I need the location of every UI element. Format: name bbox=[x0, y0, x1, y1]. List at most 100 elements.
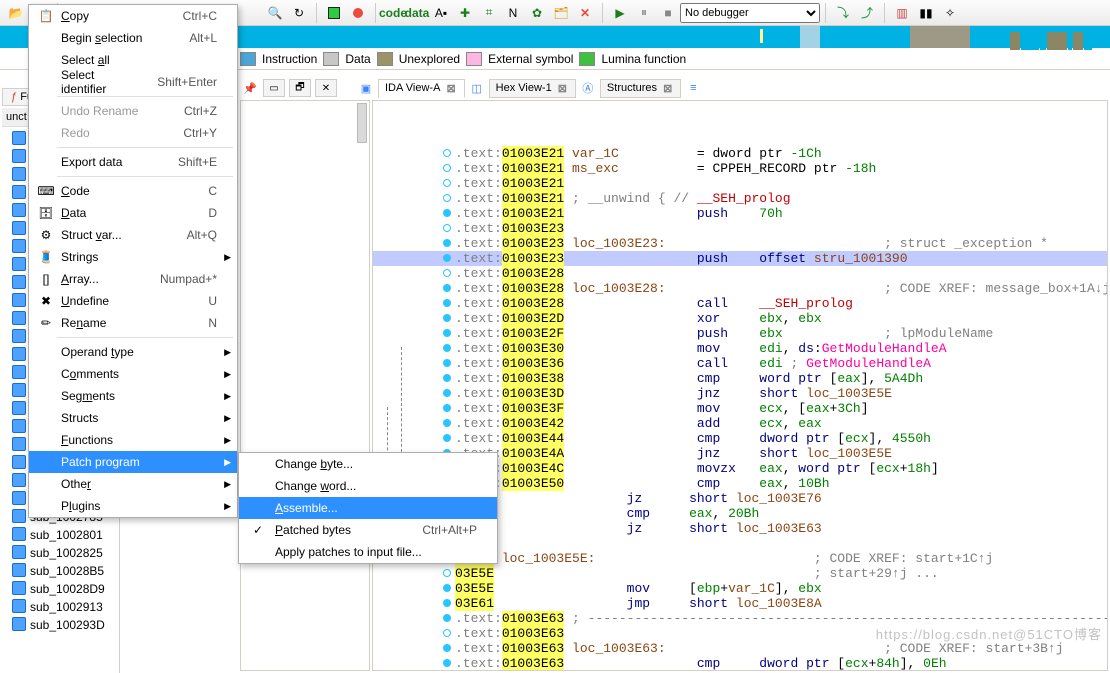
menu-item[interactable]: Change word... bbox=[239, 475, 497, 497]
open-icon[interactable]: 📂 bbox=[4, 1, 28, 25]
N-icon[interactable]: N bbox=[501, 1, 525, 25]
edit-context-menu[interactable]: 📋CopyCtrl+CBegin selectionAlt+LSelect al… bbox=[28, 4, 238, 518]
close-icon[interactable]: ⊠ bbox=[556, 82, 569, 95]
menu-item[interactable]: Apply patches to input file... bbox=[239, 541, 497, 563]
asm-line[interactable]: .text:01003E2F push ebx ; lpModuleName bbox=[373, 326, 1107, 341]
asm-line[interactable]: .text:01003E28 call __SEH_prolog bbox=[373, 296, 1107, 311]
folder-icon[interactable]: 🗂 bbox=[549, 1, 573, 25]
breakpoint-dot[interactable] bbox=[443, 344, 451, 352]
breakpoint-dot[interactable] bbox=[443, 329, 451, 337]
minimize-icon[interactable]: ▭ bbox=[263, 79, 285, 97]
f-icon[interactable]: ✿ bbox=[525, 1, 549, 25]
menu-item[interactable]: Structs bbox=[29, 407, 237, 429]
menu-item[interactable]: Assemble... bbox=[239, 497, 497, 519]
tab-ida-view[interactable]: IDA View-A⊠ bbox=[378, 79, 465, 98]
data-icon[interactable]: data bbox=[405, 1, 429, 25]
run-icon[interactable]: ▶ bbox=[608, 1, 632, 25]
stack-icon[interactable]: ▮▮ bbox=[914, 1, 938, 25]
anchor-icon[interactable]: ⌗ bbox=[477, 1, 501, 25]
code-icon[interactable]: code bbox=[381, 1, 405, 25]
asm-line[interactable]: .text:01003E23 bbox=[373, 221, 1107, 236]
asm-line[interactable]: .text:01003E2D xor ebx, ebx bbox=[373, 311, 1107, 326]
breakpoint-dot[interactable] bbox=[443, 374, 451, 382]
patch-submenu[interactable]: Change byte...Change word...Assemble...✓… bbox=[238, 452, 498, 564]
menu-item[interactable]: 📋CopyCtrl+C bbox=[29, 5, 237, 27]
menu-item[interactable]: Functions bbox=[29, 429, 237, 451]
menu-item[interactable]: Change byte... bbox=[239, 453, 497, 475]
pin-icon[interactable]: 📌 bbox=[240, 78, 260, 98]
breakpoint-dot[interactable] bbox=[443, 224, 451, 232]
gear-icon[interactable]: ✧ bbox=[938, 1, 962, 25]
breakpoint-dot[interactable] bbox=[443, 644, 451, 652]
breakpoint-dot[interactable] bbox=[443, 239, 451, 247]
breakpoint-dot[interactable] bbox=[443, 389, 451, 397]
asm-line[interactable]: .text:01003E3F mov ecx, [eax+3Ch] bbox=[373, 401, 1107, 416]
breakpoint-dot[interactable] bbox=[443, 614, 451, 622]
step-over-icon[interactable]: ⤴ bbox=[855, 1, 879, 25]
menu-item[interactable]: Patch program bbox=[29, 451, 237, 473]
breakpoint-icon[interactable] bbox=[322, 1, 346, 25]
breakpoint-dot[interactable] bbox=[443, 209, 451, 217]
asm-icon[interactable]: A▪ bbox=[429, 1, 453, 25]
asm-line[interactable]: .text:01003E21 push 70h bbox=[373, 206, 1107, 221]
close-icon[interactable]: ⊠ bbox=[661, 82, 674, 95]
asm-line[interactable]: .text:01003E42 add ecx, eax bbox=[373, 416, 1107, 431]
asm-line[interactable]: .text:01003E28 loc_1003E28: ; CODE XREF:… bbox=[373, 281, 1107, 296]
breakpoint-dot[interactable] bbox=[443, 359, 451, 367]
menu-item[interactable]: []Array...Numpad+* bbox=[29, 268, 237, 290]
asm-line[interactable]: .text:01003E63 cmp dword ptr [ecx+84h], … bbox=[373, 656, 1107, 671]
breakpoint-dot[interactable] bbox=[443, 419, 451, 427]
step-into-icon[interactable]: ⤵ bbox=[831, 1, 855, 25]
function-item[interactable]: sub_1002801 bbox=[6, 526, 119, 544]
breakpoint-dot[interactable] bbox=[443, 584, 451, 592]
asm-line[interactable]: .text:01003E38 cmp word ptr [eax], 5A4Dh bbox=[373, 371, 1107, 386]
menu-item[interactable]: Export dataShift+E bbox=[29, 151, 237, 173]
breakpoint-dot[interactable] bbox=[443, 659, 451, 667]
asm-line[interactable]: .text:01003E21 ms_exc = CPPEH_RECORD ptr… bbox=[373, 161, 1107, 176]
breakpoint-dot[interactable] bbox=[443, 404, 451, 412]
tab-hex-view[interactable]: Hex View-1⊠ bbox=[489, 79, 576, 98]
breakpoint-dot[interactable] bbox=[443, 179, 451, 187]
menu-item[interactable]: ✖UndefineU bbox=[29, 290, 237, 312]
asm-line[interactable]: .text:01003E44 cmp dword ptr [ecx], 4550… bbox=[373, 431, 1107, 446]
menu-item[interactable]: Begin selectionAlt+L bbox=[29, 27, 237, 49]
breakpoint-dot[interactable] bbox=[443, 149, 451, 157]
breakpoint-dot[interactable] bbox=[443, 164, 451, 172]
asm-line[interactable]: .text:01003E36 call edi ; GetModuleHandl… bbox=[373, 356, 1107, 371]
breakpoint-dot[interactable] bbox=[443, 284, 451, 292]
breakpoint-dot[interactable] bbox=[443, 299, 451, 307]
menu-item[interactable]: ⌨CodeC bbox=[29, 180, 237, 202]
menu-item[interactable]: ✏RenameN bbox=[29, 312, 237, 334]
menu-item[interactable]: Plugins bbox=[29, 495, 237, 517]
breakpoint-dot[interactable] bbox=[443, 599, 451, 607]
asm-line[interactable]: .text:01003E30 mov edi, ds:GetModuleHand… bbox=[373, 341, 1107, 356]
function-item[interactable]: sub_10028D9 bbox=[6, 580, 119, 598]
breakpoint-dot[interactable] bbox=[443, 569, 451, 577]
pause-icon[interactable]: ⏸ bbox=[632, 1, 656, 25]
menu-item[interactable]: Operand type bbox=[29, 341, 237, 363]
asm-line[interactable]: .text:01003E3D jnz short loc_1003E5E bbox=[373, 386, 1107, 401]
asm-line[interactable]: 03E5E mov [ebp+var_1C], ebx bbox=[373, 581, 1107, 596]
breakpoint-dot[interactable] bbox=[443, 194, 451, 202]
window-icon[interactable]: ▥ bbox=[890, 1, 914, 25]
asm-line[interactable]: .text:01003E28 bbox=[373, 266, 1107, 281]
debugger-select[interactable]: No debugger bbox=[680, 3, 820, 23]
menu-item[interactable]: 🧵Strings bbox=[29, 246, 237, 268]
menu-item[interactable]: 🗄DataD bbox=[29, 202, 237, 224]
function-item[interactable]: sub_1002913 bbox=[6, 598, 119, 616]
close-icon[interactable]: ⊠ bbox=[444, 82, 457, 95]
disassembly-view[interactable]: .text:01003E21 var_1C = dword ptr -1Ch.t… bbox=[372, 100, 1108, 671]
tab-structures[interactable]: Structures⊠ bbox=[600, 79, 681, 98]
asm-line[interactable]: 03E5E ; start+29↑j ... bbox=[373, 566, 1107, 581]
breakpoint-dot[interactable] bbox=[443, 629, 451, 637]
search-icon[interactable]: 🔍 bbox=[263, 1, 287, 25]
menu-item[interactable]: Segments bbox=[29, 385, 237, 407]
asm-line[interactable]: .text:01003E21 ; __unwind { // __SEH_pro… bbox=[373, 191, 1107, 206]
asm-line[interactable]: .text:01003E21 bbox=[373, 176, 1107, 191]
menu-item[interactable]: Select identifierShift+Enter bbox=[29, 71, 237, 93]
asm-line[interactable]: .text:01003E63 loc_1003E63: ; CODE XREF:… bbox=[373, 641, 1107, 656]
asm-line[interactable]: .text:01003E23 push offset stru_1001390 bbox=[373, 251, 1107, 266]
restore-icon[interactable]: 🗗 bbox=[289, 79, 311, 97]
asm-line[interactable]: .text:01003E23 loc_1003E23: ; struct _ex… bbox=[373, 236, 1107, 251]
scrollbar[interactable] bbox=[357, 103, 367, 143]
